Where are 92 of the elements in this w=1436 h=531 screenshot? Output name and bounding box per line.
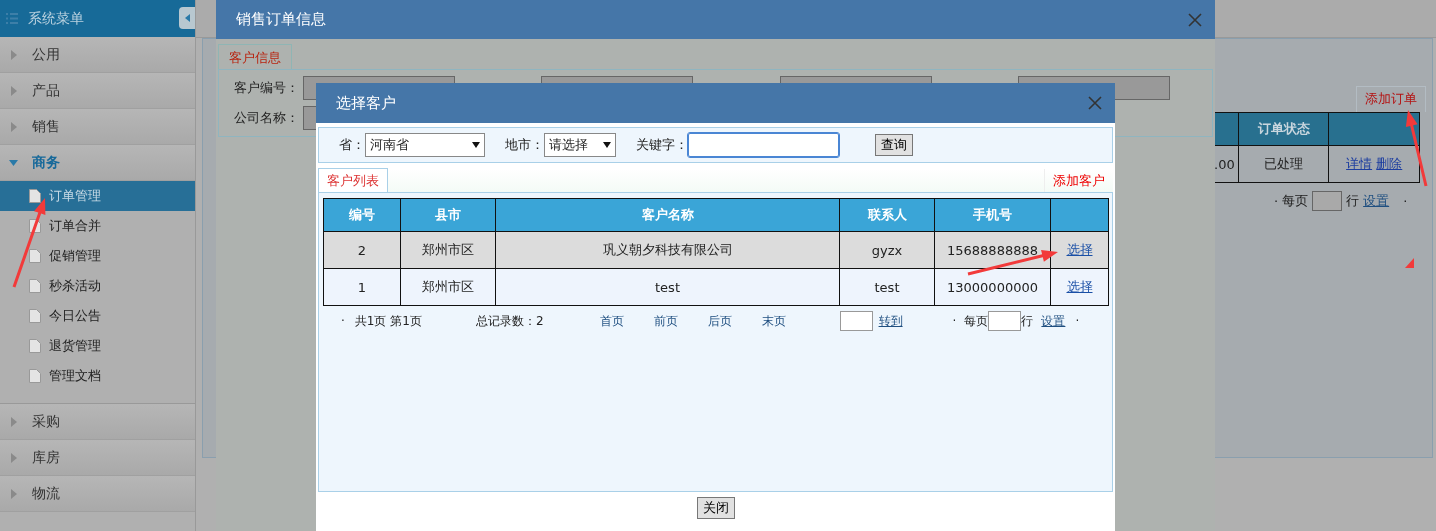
field-label: 客户编号： [234,79,299,97]
caret-icon [9,488,18,499]
close-button[interactable] [1087,95,1103,111]
caret-icon [184,14,190,22]
caret-icon [9,121,18,132]
per-page-field[interactable] [1312,191,1343,211]
table-cell: gyzx [839,231,935,269]
menu-item[interactable]: 秒杀活动 [0,271,195,301]
column-header: 客户名称 [495,198,840,232]
page-link[interactable]: 末页 [761,312,786,330]
document-icon [29,309,41,323]
column-header: 手机号 [934,198,1051,232]
select-link[interactable]: 选择 [1066,279,1093,294]
menu-item[interactable]: 退货管理 [0,331,195,361]
dropdown-arrow-icon [603,142,611,148]
dropdown[interactable]: 河南省 [365,133,485,157]
menu-group[interactable]: 采购 [0,404,195,440]
bullet: · [952,314,957,328]
menu-item[interactable]: 促销管理 [0,241,195,271]
filter-label: 关键字： [636,136,688,154]
menu-group[interactable]: 物流 [0,476,195,512]
table-cell: 2 [323,231,401,269]
search-button[interactable]: 查询 [875,134,913,156]
action-link[interactable]: 删除 [1376,156,1403,171]
goto-link[interactable]: 转到 [878,312,903,330]
filter-label: 省： [339,136,365,154]
dropdown-arrow-icon [472,142,480,148]
menu-group[interactable]: 销售 [0,109,195,145]
column-header: 编号 [323,198,401,232]
table-row[interactable]: 1 郑州市区 test test 13000000000 选择 [323,268,1109,306]
select-link[interactable]: 选择 [1066,242,1093,257]
column-header: 订单状态 [1238,112,1329,146]
bullet: · [1403,193,1408,209]
rows-label: 行 [1021,312,1034,330]
document-icon [29,249,41,263]
column-header: 县市 [400,198,496,232]
menu-group[interactable]: 产品 [0,73,195,109]
menu-group[interactable]: 库房 [0,440,195,476]
menu-icon [6,13,18,24]
caret-icon [9,157,18,168]
page-link[interactable]: 后页 [707,312,732,330]
customer-list-tab[interactable]: 客户列表 [318,168,388,192]
column-header [1050,198,1109,232]
record-count: 总记录数：2 [475,312,544,330]
rows-label: 行 [1346,192,1360,210]
page-link[interactable]: 前页 [653,312,678,330]
collapse-button[interactable] [179,7,195,29]
per-page-label: 每页 [964,312,989,330]
bullet: · [1075,314,1080,328]
menu-item[interactable]: 订单管理 [0,181,195,211]
document-icon [29,189,41,203]
field-label: 公司名称： [234,109,299,127]
dialog-title: 选择客户 [336,93,396,113]
page-link[interactable]: 首页 [599,312,624,330]
document-icon [29,339,41,353]
caret-icon [9,85,18,96]
keyword-field[interactable] [688,133,839,157]
column-header: 联系人 [839,198,935,232]
menu-item[interactable]: 今日公告 [0,301,195,331]
settings-link[interactable]: 设置 [1041,312,1066,330]
close-button[interactable]: 关闭 [696,497,735,519]
table-cell: test [495,268,840,306]
menu-item[interactable]: 管理文档 [0,361,195,391]
close-icon [1087,95,1103,111]
page-number-field[interactable] [839,311,873,331]
per-page-field[interactable] [988,311,1022,331]
document-icon [29,279,41,293]
table-cell: 郑州市区 [400,268,496,306]
settings-link[interactable]: 设置 [1363,192,1390,210]
table-cell: 1 [323,268,401,306]
page-info: 共1页 第1页 [354,312,422,330]
action-link[interactable]: 详情 [1346,156,1373,171]
bullet: · [341,314,345,328]
dropdown[interactable]: 请选择 [544,133,616,157]
table-row[interactable]: 2 郑州市区 巩义朝夕科技有限公司 gyzx 15688888888 选择 [323,231,1109,269]
caret-icon [9,49,18,60]
caret-icon [9,416,18,427]
menu-group[interactable]: 公用 [0,37,195,73]
per-page-label: 每页 [1282,192,1309,210]
bullet: · [1274,193,1279,209]
table-cell: 郑州市区 [400,231,496,269]
table-cell: 巩义朝夕科技有限公司 [495,231,840,269]
sidebar-title: 系统菜单 [28,9,84,28]
table-cell: test [839,268,935,306]
filter-label: 地市： [505,136,544,154]
dialog-title: 销售订单信息 [236,10,326,29]
close-icon [1187,11,1203,28]
table-cell: 已处理 [1238,145,1329,183]
caret-icon [9,452,18,463]
close-button[interactable] [1187,11,1203,28]
document-icon [29,369,41,383]
triangle-marker [1405,258,1414,268]
